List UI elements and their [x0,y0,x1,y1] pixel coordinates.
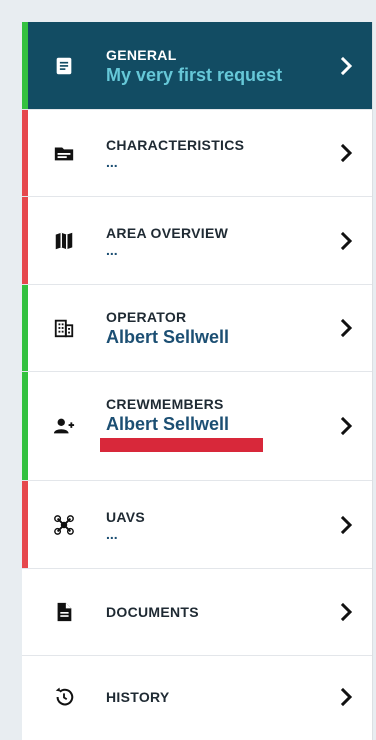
sidebar-item-title: DOCUMENTS [106,604,199,620]
sidebar-item-text: OPERATOR Albert Sellwell [106,308,322,348]
sidebar-item-uavs[interactable]: UAVS ... [22,481,372,569]
sidebar-item-title: HISTORY [106,689,170,705]
sidebar-item-operator[interactable]: OPERATOR Albert Sellwell [22,285,372,372]
drone-icon [22,514,106,536]
sidebar-item-text: AREA OVERVIEW ... [106,224,322,258]
sidebar-item-title: CREWMEMBERS [106,396,224,412]
sidebar-item-documents[interactable]: DOCUMENTS [22,569,372,656]
chevron-right-icon [322,515,372,535]
status-indicator-ok [22,285,28,371]
sidebar-item-text: UAVS ... [106,508,322,542]
sidebar-item-text: GENERAL My very first request [106,46,322,86]
sidebar-item-area-overview[interactable]: AREA OVERVIEW ... [22,197,372,285]
sidebar-item-title: CHARACTERISTICS [106,137,245,153]
sidebar-nav: GENERAL My very first request CHARACTERI… [22,22,373,740]
sidebar-item-value: ... [106,154,118,170]
sidebar-item-title: AREA OVERVIEW [106,224,229,241]
chevron-right-icon [322,56,372,76]
chevron-right-icon [322,416,372,436]
sidebar-item-title: OPERATOR [106,309,187,325]
status-indicator-ok [22,372,28,480]
status-indicator-error [22,110,28,196]
sidebar-item-history[interactable]: HISTORY [22,656,372,738]
card-icon [22,142,106,164]
highlight-underline [100,438,263,452]
sidebar-item-value: Albert Sellwell [106,327,230,347]
document-icon [22,55,106,77]
status-indicator-error [22,481,28,568]
sidebar-item-text: CREWMEMBERS Albert Sellwell [106,395,322,435]
sidebar-item-title: GENERAL [106,46,177,63]
chevron-right-icon [322,602,372,622]
history-icon [22,686,106,708]
building-icon [22,317,106,339]
status-indicator-ok [22,22,28,109]
sidebar-item-text: HISTORY [106,688,322,706]
sidebar-item-title: UAVS [106,508,146,525]
file-icon [22,601,106,623]
chevron-right-icon [322,318,372,338]
sidebar-item-text: DOCUMENTS [106,603,322,621]
sidebar-item-value: My very first request [106,64,283,85]
add-person-icon [22,415,106,437]
sidebar-item-text: CHARACTERISTICS ... [106,136,322,170]
sidebar-item-value: ... [106,525,118,542]
sidebar-item-value: ... [106,241,118,258]
sidebar-item-value: Albert Sellwell [106,414,230,434]
sidebar-item-crewmembers[interactable]: CREWMEMBERS Albert Sellwell [22,372,372,481]
chevron-right-icon [322,231,372,251]
chevron-right-icon [322,143,372,163]
status-indicator-error [22,197,28,284]
map-icon [22,230,106,252]
chevron-right-icon [322,687,372,707]
sidebar-item-general[interactable]: GENERAL My very first request [22,22,372,110]
sidebar-item-characteristics[interactable]: CHARACTERISTICS ... [22,110,372,197]
